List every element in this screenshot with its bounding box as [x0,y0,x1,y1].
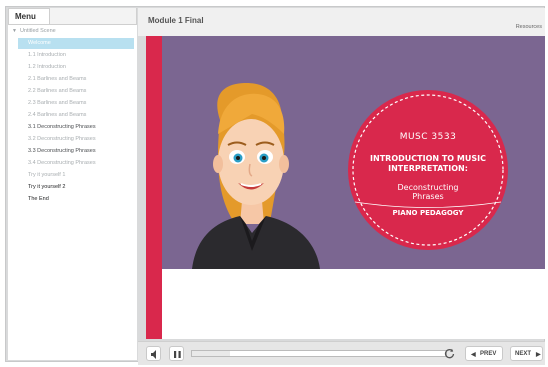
slide-subtitle: Deconstructing Phrases [397,183,459,201]
prev-label: PREV [480,351,497,357]
menu-item-welcome[interactable]: Welcome [18,38,134,49]
chevron-left-icon: ◀ [471,352,476,358]
prev-button[interactable]: ◀ PREV [465,346,503,361]
replay-icon [444,348,455,359]
menu-item[interactable]: 3.2 Deconstructing Phrases [18,134,134,145]
menu-item[interactable]: 2.3 Barlines and Beams [18,98,134,109]
replay-button[interactable] [442,346,457,361]
next-label: NEXT [515,351,532,357]
menu-item[interactable]: 1.2 Introduction [18,62,134,73]
menu-item[interactable]: 3.4 Deconstructing Phrases [18,158,134,169]
course-badge [348,90,508,250]
menu-item[interactable]: 3.3 Deconstructing Phrases [18,146,134,157]
slide-lower-panel [162,269,545,339]
next-button[interactable]: NEXT ▶ [510,346,543,361]
sidebar: Menu ▼ Untitled Scene Welcome 1.1 Introdu… [8,8,137,360]
volume-icon [151,350,156,359]
chevron-right-icon: ▶ [536,352,541,358]
menu-item[interactable]: 2.1 Barlines and Beams [18,74,134,85]
course-subject: PIANO PEDAGOGY [392,209,464,217]
scene-title[interactable]: ▼ Untitled Scene [12,28,56,34]
slide-area: MUSC 3533 INTRODUCTION TO MUSIC INTERPRE… [146,36,545,339]
seek-progress [192,351,231,356]
menu-item[interactable]: 2.4 Barlines and Beams [18,110,134,121]
course-code: MUSC 3533 [399,132,457,142]
menu-item[interactable]: 2.2 Barlines and Beams [18,86,134,97]
menu-item[interactable]: 3.1 Deconstructing Phrases [18,122,134,133]
accent-bar [146,36,162,339]
pause-icon [174,351,181,358]
seek-bar[interactable] [191,350,447,357]
header: Module 1 Final Resources [138,8,545,36]
page-title: Module 1 Final [148,16,204,25]
volume-button[interactable] [146,346,161,361]
menu-item[interactable]: Try it yourself 2 [18,182,134,193]
slide-title: INTRODUCTION TO MUSIC INTERPRETATION: [370,154,486,173]
collapse-caret-icon[interactable]: ▼ [12,28,17,34]
menu-list: ▼ Untitled Scene Welcome 1.1 Introduction… [8,24,137,360]
pause-button[interactable] [169,346,184,361]
menu-item[interactable]: The End [18,194,134,205]
player-controls: ◀ PREV NEXT ▶ [138,341,545,365]
scene-title-label: Untitled Scene [19,28,56,34]
menu-item[interactable]: 1.1 Introduction [18,50,134,61]
resources-link[interactable]: Resources [516,24,542,30]
menu-tab[interactable]: Menu [8,8,50,24]
slide-background: MUSC 3533 INTRODUCTION TO MUSIC INTERPRE… [162,36,545,269]
menu-item[interactable]: Try it yourself 1 [18,170,134,181]
